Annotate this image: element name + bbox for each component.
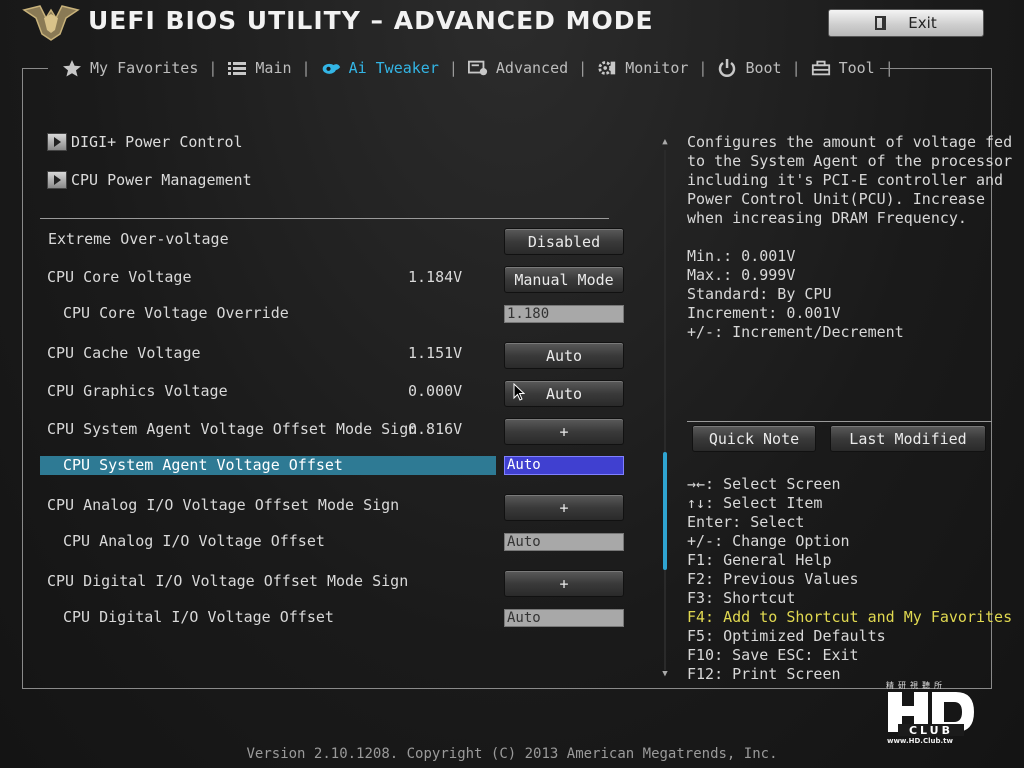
setting-label: CPU Core Voltage [47, 268, 192, 286]
tab-tool[interactable]: Tool [801, 59, 885, 77]
frame-border [22, 68, 48, 69]
section-divider [40, 218, 609, 219]
setting-label: CPU Graphics Voltage [47, 382, 228, 400]
ai-tweaker-icon [322, 63, 340, 74]
setting-label: CPU Cache Voltage [47, 344, 201, 362]
cpu-core-voltage-button[interactable]: Manual Mode [504, 266, 624, 293]
help-divider [687, 421, 992, 422]
voltage-reading: 1.151V [408, 344, 463, 362]
key-hint: F2: Previous Values [687, 570, 859, 588]
tab-separator: | [208, 59, 218, 77]
setting-label: CPU System Agent Voltage Offset Mode Sig… [47, 420, 418, 438]
setting-label: CPU Core Voltage Override [63, 304, 289, 322]
exit-button-label: Exit [908, 14, 937, 32]
digital-io-sign-button[interactable]: + [504, 570, 624, 597]
tab-boot[interactable]: Boot [707, 59, 791, 77]
key-hint: ↑↓: Select Item [687, 494, 823, 512]
star-icon [63, 60, 81, 77]
submenu-digi-power-control[interactable]: DIGI+ Power Control [47, 133, 243, 151]
sa-offset-sign-button[interactable]: + [504, 418, 624, 445]
voltage-reading: 0.000V [408, 382, 463, 400]
tab-separator: | [578, 59, 588, 77]
setting-label: CPU Digital I/O Voltage Offset [63, 608, 334, 626]
sa-offset-field[interactable]: Auto [504, 456, 624, 475]
scroll-down-icon[interactable]: ▼ [660, 669, 670, 679]
exit-button[interactable]: Exit [828, 9, 984, 37]
key-hint: F3: Shortcut [687, 589, 796, 607]
help-specs: Min.: 0.001V Max.: 0.999V Standard: By C… [687, 247, 904, 341]
tab-my-favorites[interactable]: My Favorites [52, 59, 208, 77]
analog-io-sign-button[interactable]: + [504, 494, 624, 521]
last-modified-button[interactable]: Last Modified [830, 425, 986, 452]
mouse-cursor-icon [513, 383, 525, 401]
submenu-arrow-icon [47, 133, 67, 151]
list-icon [228, 62, 247, 75]
tab-separator: | [791, 59, 801, 77]
scrollbar-track[interactable] [664, 150, 666, 670]
submenu-arrow-icon [47, 171, 67, 189]
extreme-over-voltage-button[interactable]: Disabled [504, 228, 624, 255]
key-hint-favorites: F4: Add to Shortcut and My Favorites [687, 608, 1013, 626]
tuf-logo-icon [22, 5, 80, 41]
voltage-reading: 1.184V [408, 268, 463, 286]
watermark-club-text: CLUB [909, 724, 953, 737]
tool-icon [811, 60, 830, 76]
cpu-core-voltage-override-field[interactable]: 1.180 [504, 305, 624, 323]
power-icon [719, 59, 736, 77]
tab-monitor[interactable]: Monitor [587, 59, 698, 77]
scroll-up-icon[interactable]: ▲ [660, 137, 670, 147]
page-title: UEFI BIOS UTILITY – ADVANCED MODE [88, 6, 654, 35]
cpu-cache-voltage-button[interactable]: Auto [504, 342, 624, 369]
tab-separator: | [698, 59, 708, 77]
help-description: Configures the amount of voltage fed to … [687, 133, 1013, 227]
tab-separator: | [448, 59, 458, 77]
frame-border [22, 688, 992, 689]
tab-separator: | [301, 59, 311, 77]
submenu-cpu-power-management[interactable]: CPU Power Management [47, 171, 252, 189]
tab-ai-tweaker[interactable]: Ai Tweaker [311, 59, 449, 77]
key-hint: →←: Select Screen [687, 475, 841, 493]
analog-io-offset-field[interactable]: Auto [504, 533, 624, 551]
tab-bar: My Favorites | Main | Ai Tweaker | Advan… [52, 56, 894, 80]
key-hint: +/-: Change Option [687, 532, 850, 550]
watermark-url: www.HD.Club.tw [887, 737, 953, 745]
scrollbar-thumb[interactable] [663, 452, 667, 570]
tab-advanced[interactable]: Advanced [458, 59, 578, 77]
monitor-gear-icon [598, 61, 616, 75]
setting-label: CPU Digital I/O Voltage Offset Mode Sign [47, 572, 409, 590]
exit-door-icon [875, 16, 887, 30]
key-hint: F12: Print Screen [687, 665, 841, 683]
digital-io-offset-field[interactable]: Auto [504, 609, 624, 627]
voltage-reading: 0.816V [408, 420, 463, 438]
advanced-icon [467, 60, 487, 76]
quick-note-button[interactable]: Quick Note [692, 425, 816, 452]
footer-copyright: Version 2.10.1208. Copyright (C) 2013 Am… [246, 746, 778, 762]
setting-label: Extreme Over-voltage [48, 230, 229, 248]
setting-label: CPU Analog I/O Voltage Offset Mode Sign [47, 496, 400, 514]
frame-border [22, 68, 23, 689]
key-hint: F5: Optimized Defaults [687, 627, 886, 645]
tab-main[interactable]: Main [217, 59, 301, 77]
key-hint: Enter: Select [687, 513, 805, 531]
key-hint: F10: Save ESC: Exit [687, 646, 859, 664]
setting-label-selected[interactable]: CPU System Agent Voltage Offset [63, 456, 343, 474]
setting-label: CPU Analog I/O Voltage Offset [63, 532, 325, 550]
frame-border [880, 68, 992, 69]
key-hint: F1: General Help [687, 551, 832, 569]
